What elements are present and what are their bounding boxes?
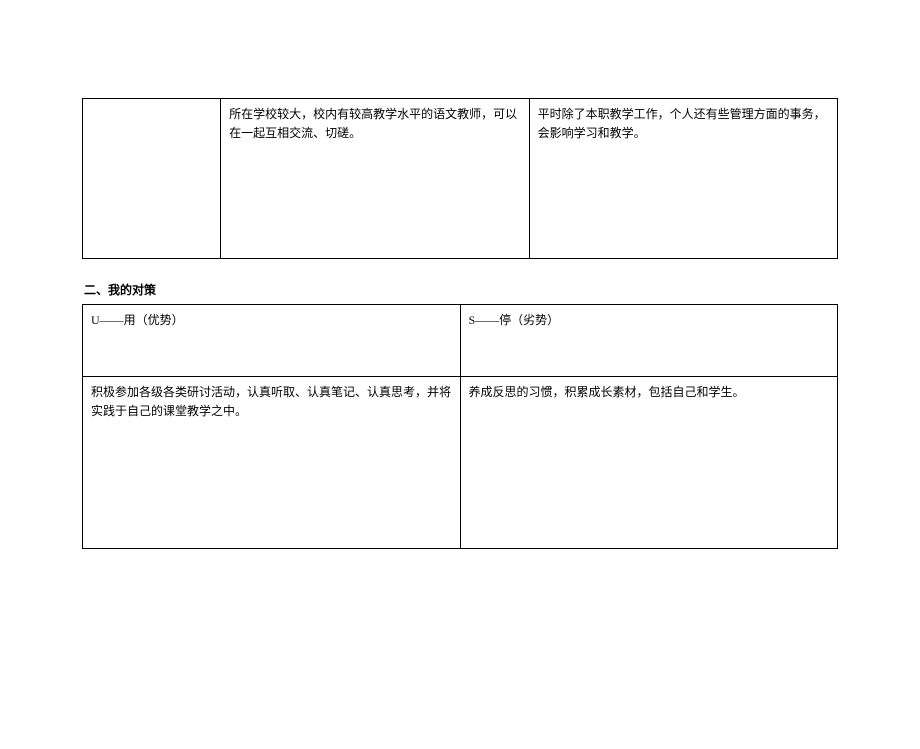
strategy-header-use-strength: U——用（优势） bbox=[83, 305, 461, 377]
table1-col2-opportunity: 所在学校较大，校内有较高教学水平的语文教师，可以在一起互相交流、切磋。 bbox=[221, 99, 529, 259]
section-title-my-strategy: 二、我的对策 bbox=[82, 281, 838, 298]
swot-table-prev-section: 所在学校较大，校内有较高教学水平的语文教师，可以在一起互相交流、切磋。 平时除了… bbox=[82, 98, 838, 259]
strategy-table: U——用（优势） S——停（劣势） 积极参加各级各类研讨活动，认真听取、认真笔记… bbox=[82, 304, 838, 549]
table1-col1 bbox=[83, 99, 221, 259]
strategy-header-stop-weakness: S——停（劣势） bbox=[460, 305, 838, 377]
strategy-content-stop-weakness: 养成反思的习惯，积累成长素材，包括自己和学生。 bbox=[460, 377, 838, 549]
strategy-content-use-strength: 积极参加各级各类研讨活动，认真听取、认真笔记、认真思考，并将实践于自己的课堂教学… bbox=[83, 377, 461, 549]
table1-col3-threat: 平时除了本职教学工作，个人还有些管理方面的事务，会影响学习和教学。 bbox=[529, 99, 837, 259]
